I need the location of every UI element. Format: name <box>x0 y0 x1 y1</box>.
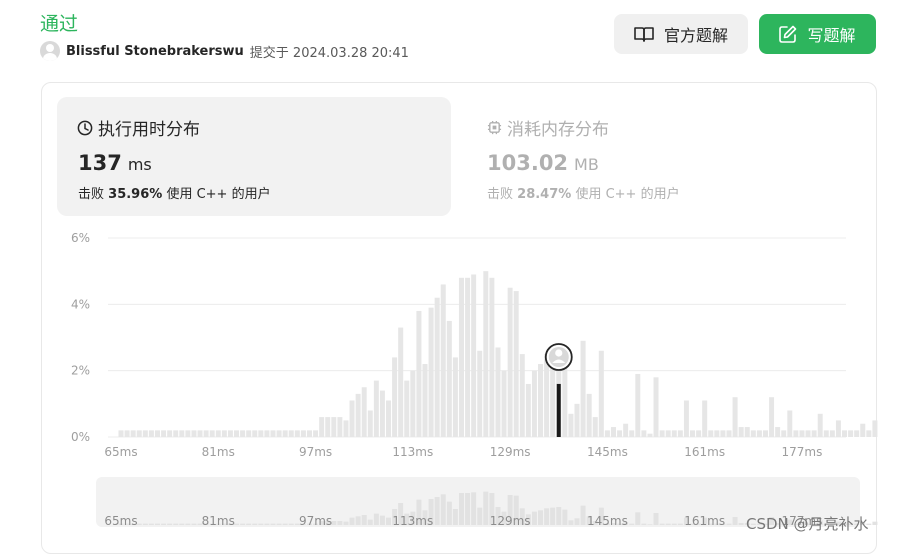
memory-beats: 击败 28.47% 使用 C++ 的用户 <box>487 183 680 202</box>
memory-title-text: 消耗内存分布 <box>507 120 609 140</box>
submitter-info: Blissful Stonebrakerswu 提交于 2024.03.28 2… <box>40 41 409 61</box>
runtime-title-text: 执行用时分布 <box>98 120 200 140</box>
memory-beats-percent: 28.47% <box>517 187 572 202</box>
watermark: CSDN @月亮补水 <box>746 515 869 533</box>
username-link[interactable]: Blissful Stonebrakerswu <box>66 44 244 59</box>
runtime-beats-percent: 35.96% <box>108 187 163 202</box>
memory-title[interactable]: 消耗内存分布 <box>487 115 609 140</box>
memory-number: 103.02 <box>487 151 569 175</box>
edit-icon <box>779 25 797 43</box>
runtime-beats-prefix: 击败 <box>78 187 105 202</box>
chip-icon <box>487 120 502 135</box>
memory-beats-prefix: 击败 <box>487 187 514 202</box>
write-solution-label: 写题解 <box>807 26 856 45</box>
runtime-value: 137 ms <box>78 151 152 175</box>
runtime-number: 137 <box>78 151 122 175</box>
runtime-beats-suffix: 使用 C++ 的用户 <box>166 187 271 202</box>
runtime-unit: ms <box>127 155 152 174</box>
memory-unit: MB <box>574 155 599 174</box>
memory-value: 103.02 MB <box>487 151 599 175</box>
runtime-title: 执行用时分布 <box>77 115 200 140</box>
book-open-icon <box>634 27 654 42</box>
memory-beats-suffix: 使用 C++ 的用户 <box>575 187 680 202</box>
submission-status: 通过 <box>40 13 79 35</box>
user-avatar-icon[interactable] <box>40 41 60 61</box>
submitted-time: 提交于 2024.03.28 20:41 <box>249 45 409 61</box>
official-solution-label: 官方题解 <box>663 26 728 45</box>
write-solution-button[interactable]: 写题解 <box>759 14 876 54</box>
official-solution-button[interactable]: 官方题解 <box>614 14 748 54</box>
clock-icon <box>77 120 93 135</box>
runtime-beats: 击败 35.96% 使用 C++ 的用户 <box>78 183 271 202</box>
